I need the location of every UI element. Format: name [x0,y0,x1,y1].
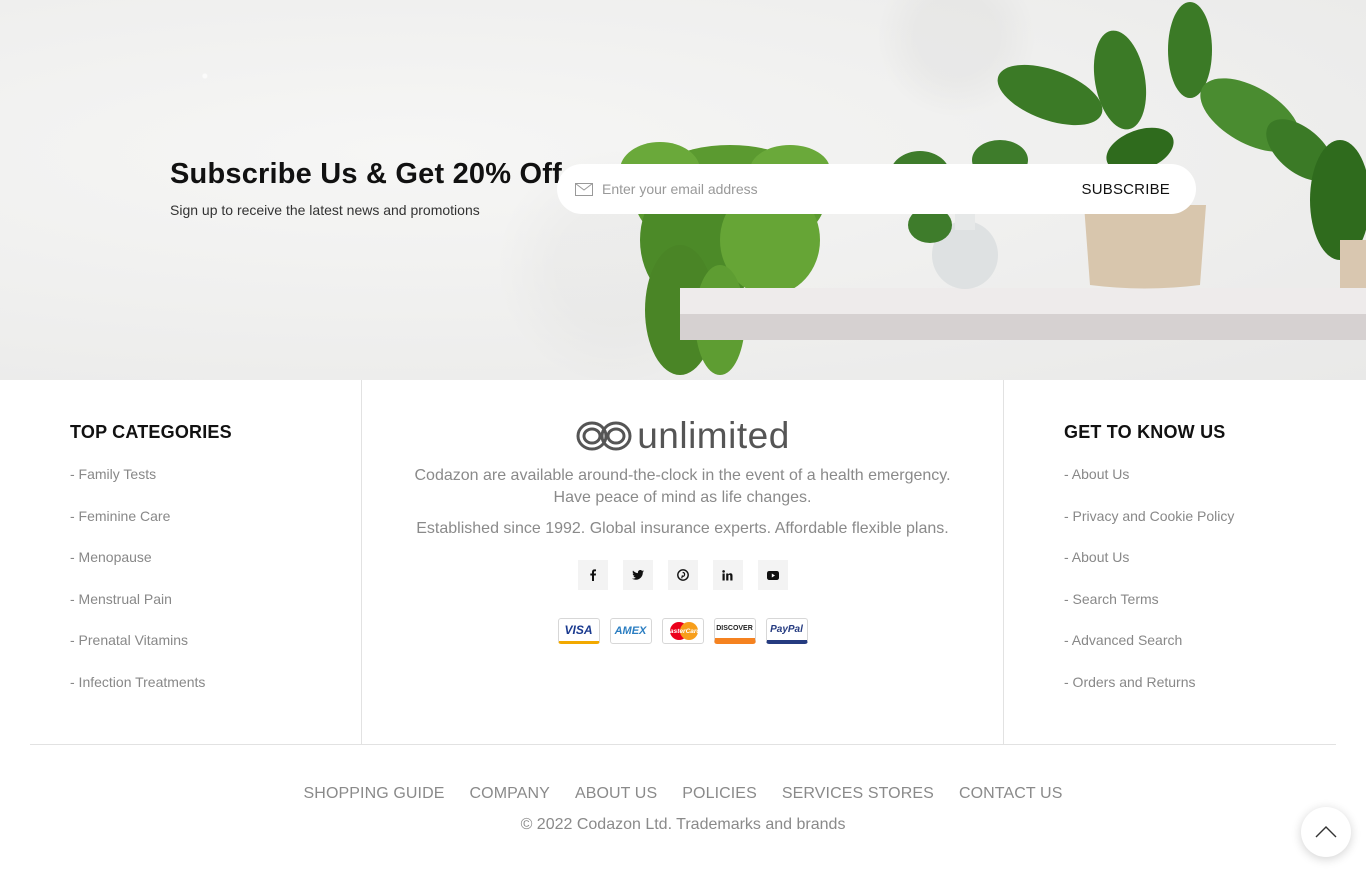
pinterest-icon[interactable] [667,560,698,590]
category-link[interactable]: - Prenatal Vitamins [70,632,188,648]
list-item: - Prenatal Vitamins [70,629,361,671]
chevron-up-icon [1315,826,1337,838]
nav-policies[interactable]: POLICIES [682,785,757,803]
footer-columns: TOP CATEGORIES - Family Tests - Feminine… [30,380,1336,745]
info-link[interactable]: - Advanced Search [1064,632,1182,648]
list-item: - Search Terms [1064,588,1336,630]
list-item: - Advanced Search [1064,629,1336,671]
list-item: - Family Tests [70,463,361,505]
top-categories-list: - Family Tests - Feminine Care - Menopau… [70,463,361,713]
category-link[interactable]: - Feminine Care [70,508,170,524]
category-link[interactable]: - Infection Treatments [70,674,205,690]
info-link[interactable]: - About Us [1064,466,1129,482]
amex-label: AMEX [614,625,647,637]
nav-contact-us[interactable]: CONTACT US [959,785,1063,803]
facebook-icon[interactable] [577,560,608,590]
brand-about-text: Codazon are available around-the-clock i… [414,467,951,506]
amex-icon: AMEX [609,618,652,644]
list-item: - Privacy and Cookie Policy [1064,505,1336,547]
nav-shopping-guide[interactable]: SHOPPING GUIDE [304,785,445,803]
list-item: - About Us [1064,463,1336,505]
mastercard-icon: MasterCard [661,618,704,644]
top-categories-heading: TOP CATEGORIES [70,422,232,442]
info-link[interactable]: - Search Terms [1064,591,1159,607]
list-item: - Menstrual Pain [70,588,361,630]
social-links [362,560,1003,590]
paypal-label: PayPal [770,624,803,635]
mail-icon [575,182,593,196]
twitter-icon[interactable] [622,560,653,590]
discover-icon: DISCOVER [713,618,756,644]
youtube-icon[interactable] [757,560,788,590]
brand-tagline: Established since 1992. Global insurance… [416,520,949,537]
infinity-logo-icon [576,421,632,451]
subscribe-button[interactable]: SUBSCRIBE [1082,181,1171,198]
info-link[interactable]: - Orders and Returns [1064,674,1196,690]
category-link[interactable]: - Menopause [70,549,152,565]
discover-label: DISCOVER [716,625,753,632]
visa-label: VISA [564,623,593,637]
footer-nav: SHOPPING GUIDE COMPANY ABOUT US POLICIES… [0,785,1366,803]
logo-text: unlimited [637,415,790,456]
list-item: - Feminine Care [70,505,361,547]
get-to-know-column: GET TO KNOW US - About Us - Privacy and … [1004,380,1336,744]
top-categories-column: TOP CATEGORIES - Family Tests - Feminine… [30,380,362,744]
category-link[interactable]: - Family Tests [70,466,156,482]
brand-logo[interactable]: unlimited [575,416,790,456]
newsletter-banner: Subscribe Us & Get 20% Off Sign up to re… [0,0,1366,380]
payment-methods: VISA AMEX MasterCard DISCOVER PayPal [362,618,1003,644]
nav-company[interactable]: COMPANY [470,785,550,803]
subscribe-form: SUBSCRIBE [557,164,1196,214]
list-item: - About Us [1064,546,1336,588]
list-item: - Orders and Returns [1064,671,1336,713]
subscribe-description: Sign up to receive the latest news and p… [170,202,480,218]
linkedin-icon[interactable] [712,560,743,590]
info-link[interactable]: - Privacy and Cookie Policy [1064,508,1234,524]
back-to-top-button[interactable] [1301,807,1351,857]
get-to-know-heading: GET TO KNOW US [1064,422,1226,442]
get-to-know-list: - About Us - Privacy and Cookie Policy -… [1064,463,1336,713]
list-item: - Menopause [70,546,361,588]
list-item: - Infection Treatments [70,671,361,713]
info-link[interactable]: - About Us [1064,549,1129,565]
paypal-icon: PayPal [765,618,808,644]
mastercard-label: MasterCard [664,627,701,635]
copyright-text: © 2022 Codazon Ltd. Trademarks and brand… [520,816,846,833]
visa-icon: VISA [557,618,600,644]
email-input[interactable] [602,181,1082,197]
subscribe-title: Subscribe Us & Get 20% Off [170,158,562,190]
nav-about-us[interactable]: ABOUT US [575,785,657,803]
nav-services-stores[interactable]: SERVICES STORES [782,785,934,803]
category-link[interactable]: - Menstrual Pain [70,591,172,607]
brand-column: unlimited Codazon are available around-t… [362,380,1004,744]
